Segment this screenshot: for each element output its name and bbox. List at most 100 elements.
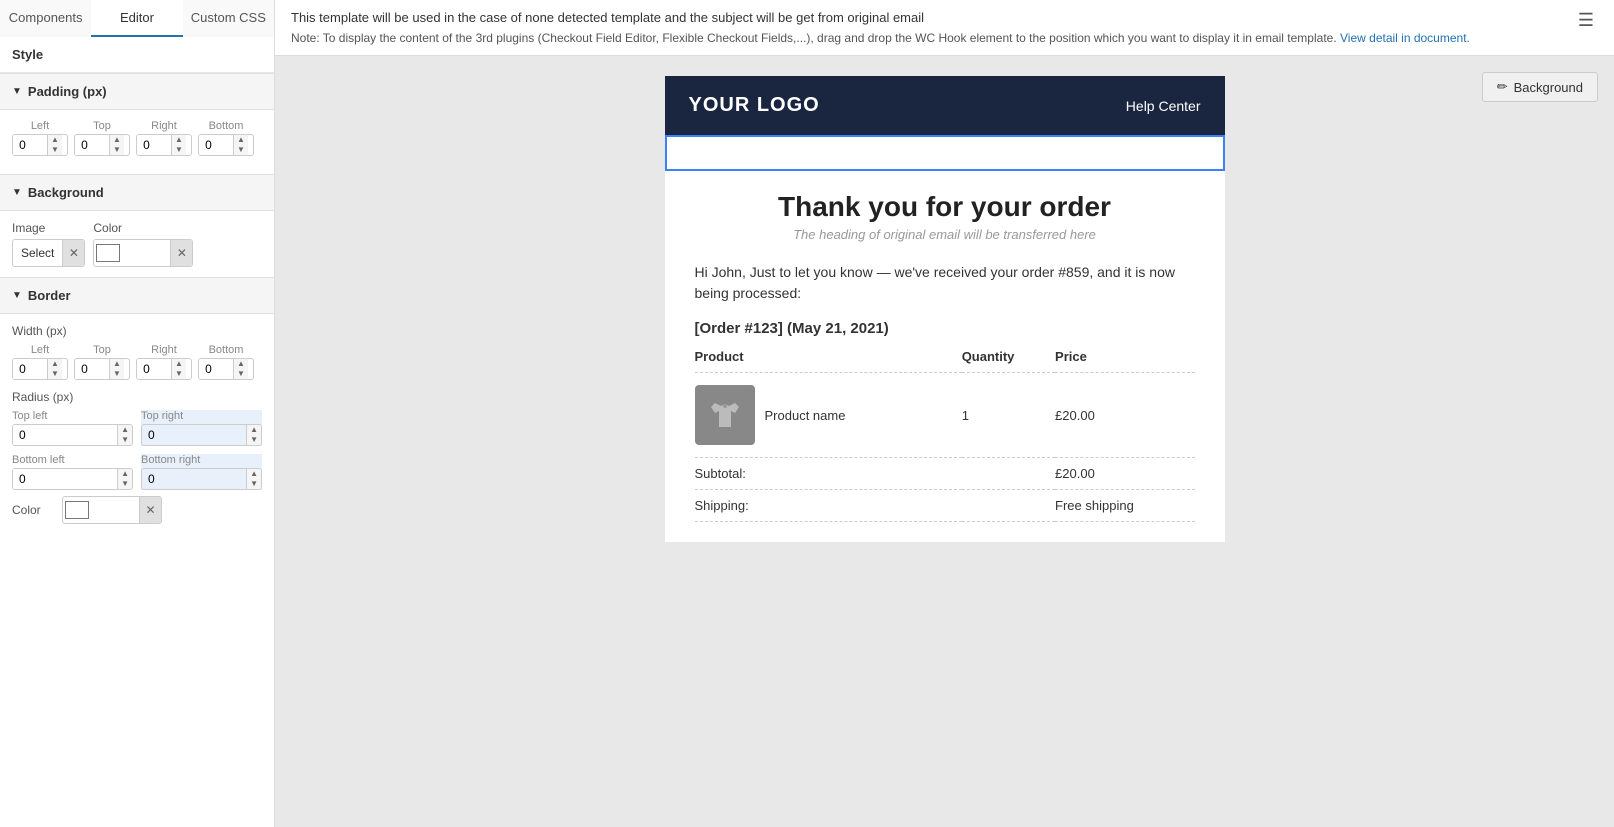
radius-top-right-up[interactable]: ▲: [247, 425, 261, 435]
padding-top-down[interactable]: ▼: [110, 145, 124, 155]
border-bottom-wrap[interactable]: ▲ ▼: [198, 358, 254, 380]
note-link[interactable]: View detail in document.: [1340, 31, 1470, 45]
padding-left-spin: ▲ ▼: [47, 135, 62, 155]
border-left-up[interactable]: ▲: [48, 359, 62, 369]
padding-bottom-spin: ▲ ▼: [233, 135, 248, 155]
border-top-wrap[interactable]: ▲ ▼: [74, 358, 130, 380]
blue-outline-box[interactable]: [665, 135, 1225, 171]
border-left-wrap[interactable]: ▲ ▼: [12, 358, 68, 380]
radius-bottom-right-wrap[interactable]: ▲ ▼: [141, 468, 262, 490]
tab-components[interactable]: Components: [0, 0, 91, 37]
border-arrow: ▼: [12, 290, 22, 301]
padding-right-input-wrap[interactable]: 0 ▲ ▼: [136, 134, 192, 156]
radius-bottom-left-wrap[interactable]: ▲ ▼: [12, 468, 133, 490]
background-section-title: Background: [28, 185, 104, 200]
border-top-spin: ▲ ▼: [109, 359, 124, 379]
border-bottom-down[interactable]: ▼: [234, 369, 248, 379]
bg-color-input[interactable]: [94, 240, 122, 266]
left-panel: Components Editor Custom CSS Style ▼ Pad…: [0, 0, 275, 827]
border-right-wrap[interactable]: ▲ ▼: [136, 358, 192, 380]
order-title: [Order #123] (May 21, 2021): [695, 320, 1195, 337]
menu-icon-button[interactable]: ☰: [1574, 10, 1598, 31]
color-label: Color: [93, 221, 193, 235]
radius-top-right-input[interactable]: [142, 425, 246, 445]
border-left-spin: ▲ ▼: [47, 359, 62, 379]
padding-inputs-row: Left 0 ▲ ▼ Top 0 ▲ ▼: [12, 120, 262, 156]
border-top-input[interactable]: [75, 359, 109, 379]
table-header-row: Product Quantity Price: [695, 349, 1195, 373]
border-bottom-input[interactable]: [199, 359, 233, 379]
padding-top-input-wrap[interactable]: 0 ▲ ▼: [74, 134, 130, 156]
padding-left-up[interactable]: ▲: [48, 135, 62, 145]
border-top-down[interactable]: ▼: [110, 369, 124, 379]
background-row: Image Select ✕ Color ✕: [12, 221, 262, 267]
padding-section-header[interactable]: ▼ Padding (px): [0, 73, 274, 110]
border-bottom-group: Bottom ▲ ▼: [198, 344, 254, 380]
color-group: Color ✕: [93, 221, 193, 267]
info-bar: This template will be used in the case o…: [275, 0, 1614, 56]
col-price: Price: [1055, 349, 1194, 373]
radius-bottom-right-down[interactable]: ▼: [247, 479, 261, 489]
padding-right-down[interactable]: ▼: [172, 145, 186, 155]
border-right-group: Right ▲ ▼: [136, 344, 192, 380]
border-bottom-up[interactable]: ▲: [234, 359, 248, 369]
radius-top-left-down[interactable]: ▼: [118, 435, 132, 445]
order-table: Product Quantity Price: [695, 349, 1195, 522]
padding-bottom-up[interactable]: ▲: [234, 135, 248, 145]
radius-bottom-left-down[interactable]: ▼: [118, 479, 132, 489]
radius-bottom-right-up[interactable]: ▲: [247, 469, 261, 479]
padding-bottom-down[interactable]: ▼: [234, 145, 248, 155]
bg-btn-overlay: ✏ Background: [1482, 72, 1598, 102]
email-heading-text: Thank you for your order: [695, 191, 1195, 223]
background-button[interactable]: ✏ Background: [1482, 72, 1598, 102]
border-section-header[interactable]: ▼ Border: [0, 277, 274, 314]
padding-left-down[interactable]: ▼: [48, 145, 62, 155]
radius-bottom-right-input[interactable]: [142, 469, 246, 489]
tab-custom-css[interactable]: Custom CSS: [183, 0, 274, 37]
image-clear-btn[interactable]: ✕: [62, 240, 84, 266]
padding-form: Left 0 ▲ ▼ Top 0 ▲ ▼: [0, 110, 274, 174]
product-image: [695, 385, 755, 445]
padding-right-input[interactable]: 0: [137, 135, 171, 155]
padding-bottom-input-wrap[interactable]: 0 ▲ ▼: [198, 134, 254, 156]
padding-top-spin: ▲ ▼: [109, 135, 124, 155]
product-name: Product name: [765, 408, 846, 423]
radius-top-left-spin: ▲ ▼: [117, 425, 132, 445]
radius-bottom-left-group: Bottom left ▲ ▼: [12, 454, 133, 490]
radius-top-left-wrap[interactable]: ▲ ▼: [12, 424, 133, 446]
border-bottom-label: Bottom: [209, 344, 244, 356]
radius-top-left-up[interactable]: ▲: [118, 425, 132, 435]
radius-top-left-label: Top left: [12, 410, 133, 422]
border-right-up[interactable]: ▲: [172, 359, 186, 369]
border-color-picker-wrap[interactable]: ✕: [62, 496, 162, 524]
color-picker-wrap[interactable]: ✕: [93, 239, 193, 267]
radius-top-left-input[interactable]: [13, 425, 117, 445]
border-right-down[interactable]: ▼: [172, 369, 186, 379]
border-color-clear-btn[interactable]: ✕: [139, 497, 161, 523]
radius-bottom-left-input[interactable]: [13, 469, 117, 489]
radius-bottom-right-spin: ▲ ▼: [246, 469, 261, 489]
padding-left-input[interactable]: 0: [13, 135, 47, 155]
padding-left-input-wrap[interactable]: 0 ▲ ▼: [12, 134, 68, 156]
email-logo: YOUR LOGO: [689, 94, 820, 117]
bg-color-clear-btn[interactable]: ✕: [170, 240, 192, 266]
radius-top-right-down[interactable]: ▼: [247, 435, 261, 445]
info-bar-text: This template will be used in the case o…: [291, 10, 1564, 45]
border-left-down[interactable]: ▼: [48, 369, 62, 379]
padding-right-up[interactable]: ▲: [172, 135, 186, 145]
radius-bottom-left-up[interactable]: ▲: [118, 469, 132, 479]
tab-editor[interactable]: Editor: [91, 0, 182, 37]
email-help-center: Help Center: [1126, 98, 1201, 114]
padding-bottom-input[interactable]: 0: [199, 135, 233, 155]
image-select-btn[interactable]: Select ✕: [12, 239, 85, 267]
border-color-input[interactable]: [63, 497, 91, 523]
radius-top-right-wrap[interactable]: ▲ ▼: [141, 424, 262, 446]
padding-top-up[interactable]: ▲: [110, 135, 124, 145]
background-section-header[interactable]: ▼ Background: [0, 174, 274, 211]
padding-top-input[interactable]: 0: [75, 135, 109, 155]
border-right-input[interactable]: [137, 359, 171, 379]
border-left-input[interactable]: [13, 359, 47, 379]
border-top-up[interactable]: ▲: [110, 359, 124, 369]
padding-left-group: Left 0 ▲ ▼: [12, 120, 68, 156]
padding-bottom-group: Bottom 0 ▲ ▼: [198, 120, 254, 156]
